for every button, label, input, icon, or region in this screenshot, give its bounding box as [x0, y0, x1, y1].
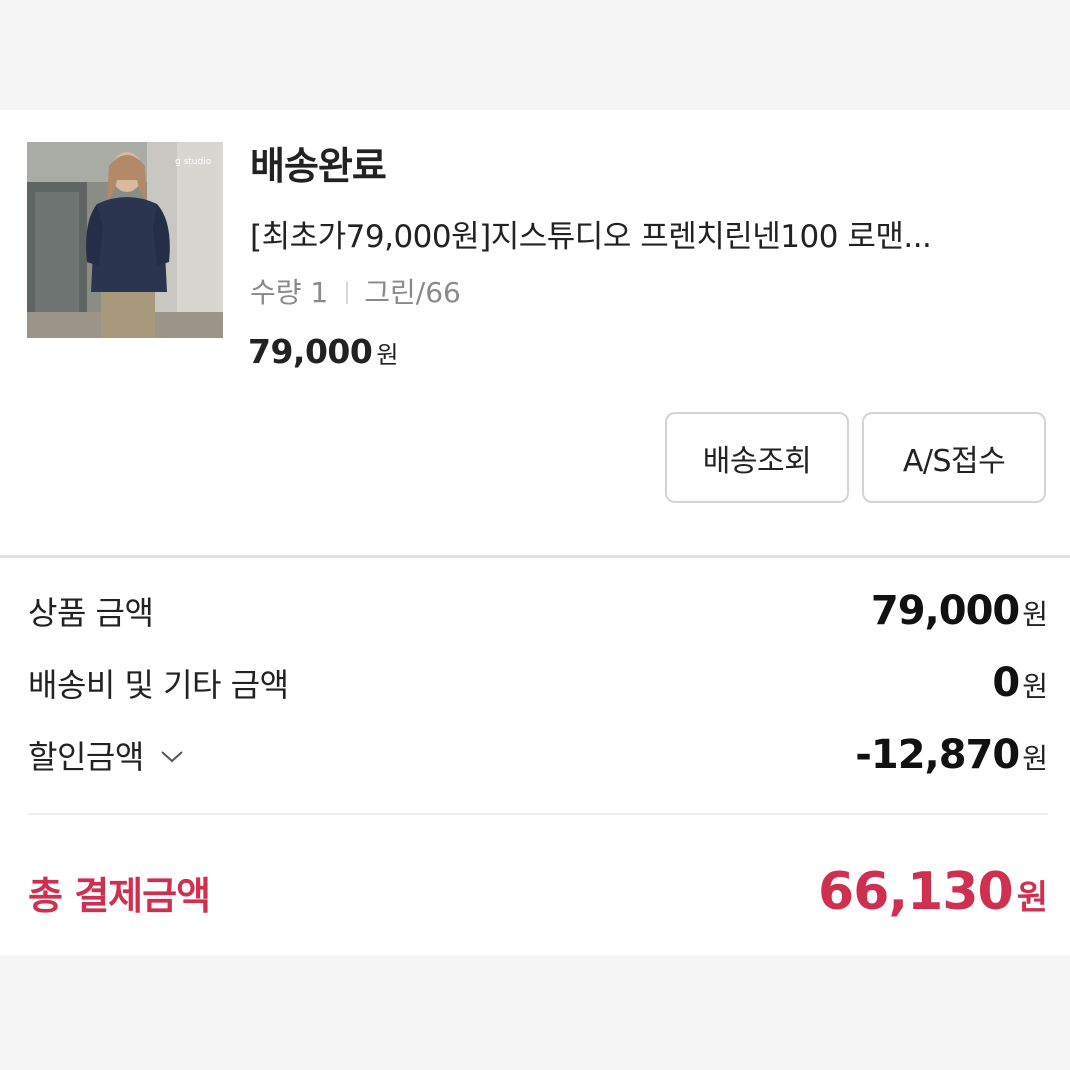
product-amount-value: 79,000 [870, 588, 1020, 634]
discount-amount-value: -12,870 [855, 732, 1020, 778]
product-amount-currency: 원 [1022, 598, 1048, 631]
total-divider [28, 813, 1048, 815]
shipping-amount: 0 원 [992, 660, 1048, 706]
delivery-status: 배송완료 [250, 144, 387, 188]
product-photo-icon: g studio [27, 142, 223, 338]
total-payment: 66,130 원 [818, 862, 1048, 922]
product-options: 수량 1 그린/66 [250, 275, 461, 311]
svg-text:g studio: g studio [175, 157, 212, 167]
item-price: 79,000 원 [248, 332, 398, 371]
shipping-amount-row: 배송비 및 기타 금액 0 원 [28, 660, 1048, 706]
option-divider [346, 282, 349, 304]
discount-amount-label: 할인금액 [28, 738, 144, 776]
chevron-down-icon[interactable] [158, 736, 186, 774]
section-divider [0, 555, 1070, 558]
total-payment-row: 총 결제금액 66,130 원 [28, 862, 1048, 922]
shipping-amount-value: 0 [992, 660, 1020, 706]
item-price-value: 79,000 [248, 332, 373, 371]
discount-amount-row[interactable]: 할인금액 -12,870 원 [28, 732, 1048, 778]
product-amount: 79,000 원 [871, 588, 1048, 634]
product-title[interactable]: [최초가79,000원]지스튜디오 프렌치린넨100 로맨... [250, 217, 1040, 257]
discount-toggle[interactable]: 할인금액 [28, 732, 186, 778]
discount-amount: -12,870 원 [855, 732, 1048, 778]
total-payment-currency: 원 [1016, 878, 1048, 918]
total-payment-value: 66,130 [818, 862, 1014, 922]
product-amount-label: 상품 금액 [28, 594, 154, 632]
total-payment-label: 총 결제금액 [28, 873, 211, 918]
discount-amount-currency: 원 [1022, 742, 1048, 775]
track-delivery-button[interactable]: 배송조회 [665, 412, 849, 503]
option-label: 그린/66 [364, 276, 461, 309]
quantity-label: 수량 1 [250, 276, 329, 309]
as-request-button[interactable]: A/S접수 [862, 412, 1046, 503]
item-price-currency: 원 [376, 341, 399, 369]
product-amount-row: 상품 금액 79,000 원 [28, 588, 1048, 634]
order-item-card: g studio 배송완료 [최초가79,000원]지스튜디오 프렌치린넨100… [0, 110, 1070, 955]
product-thumbnail[interactable]: g studio [27, 142, 223, 338]
shipping-amount-label: 배송비 및 기타 금액 [28, 666, 289, 704]
shipping-amount-currency: 원 [1022, 670, 1048, 703]
